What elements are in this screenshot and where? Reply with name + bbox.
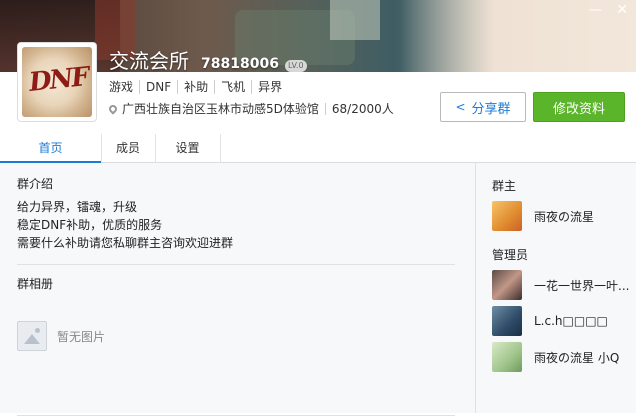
divider (324, 102, 326, 115)
level-badge: LV.0 (284, 60, 307, 72)
owner-item[interactable]: 雨夜の流星 (492, 200, 632, 232)
tag[interactable]: 飞机 (214, 80, 251, 94)
tag[interactable]: 游戏 (109, 80, 139, 94)
group-id: 78818006 (201, 56, 279, 72)
logo-text: DNF (27, 62, 90, 98)
group-avatar[interactable]: DNF (17, 42, 97, 122)
share-group-button[interactable]: < 分享群 (440, 92, 526, 122)
image-placeholder-icon (17, 321, 47, 351)
location-row: 广西壮族自治区玉林市动感5D体验馆 68/2000人 (107, 100, 394, 117)
member-name[interactable]: L.c.h□□□□ (534, 314, 630, 328)
avatar[interactable] (492, 342, 522, 372)
dnf-logo: DNF (22, 47, 92, 117)
tag[interactable]: DNF (139, 80, 177, 94)
member-name[interactable]: 雨夜の流星 小Q (534, 349, 630, 366)
admin-item[interactable]: 一花一世界一叶... (492, 269, 632, 301)
tab-bar: 首页 成员 设置 (0, 134, 636, 163)
location-pin-icon (107, 102, 119, 115)
tab-settings[interactable]: 设置 (155, 134, 221, 162)
tab-members[interactable]: 成员 (101, 134, 156, 162)
intro-line: 稳定DNF补助，优质的服务 (17, 218, 163, 232)
album-title[interactable]: 群相册 (17, 275, 455, 292)
admin-item[interactable]: 雨夜の流星 小Q (492, 341, 632, 373)
edit-label: 修改资料 (552, 101, 605, 117)
group-tags: 游戏 DNF 补助 飞机 异界 (109, 80, 288, 94)
admin-item[interactable]: L.c.h□□□□ (492, 305, 632, 337)
avatar[interactable] (492, 270, 522, 300)
close-button[interactable]: ✕ (616, 2, 628, 18)
member-name[interactable]: 一花一世界一叶... (534, 277, 630, 294)
window-controls: — ✕ (588, 2, 628, 18)
intro-text: 给力异界，镭魂，升级 稳定DNF补助，优质的服务 需要什么补助请您私聊群主咨询欢… (17, 198, 455, 252)
left-panel: 群介绍 给力异界，镭魂，升级 稳定DNF补助，优质的服务 需要什么补助请您私聊群… (17, 175, 455, 416)
no-images-text: 暂无图片 (57, 329, 106, 344)
admins-title: 管理员 (492, 248, 529, 262)
title-row: 交流会所 78818006 LV.0 (109, 45, 307, 74)
group-name: 交流会所 (109, 49, 189, 73)
divider (17, 264, 455, 265)
location-text: 广西壮族自治区玉林市动感5D体验馆 (122, 102, 319, 116)
banner-decoration (330, 0, 380, 40)
intro-line: 需要什么补助请您私聊群主咨询欢迎进群 (17, 236, 234, 250)
intro-line: 给力异界，镭魂，升级 (17, 200, 138, 214)
right-panel: 群主 雨夜の流星 管理员 一花一世界一叶... L.c.h□□□□ 雨夜の流星 … (492, 177, 632, 377)
tab-home[interactable]: 首页 (0, 134, 102, 163)
share-icon: < (455, 100, 466, 114)
album-empty-state: 暂无图片 (17, 321, 105, 351)
avatar[interactable] (492, 201, 522, 231)
intro-title: 群介绍 (17, 177, 54, 191)
panel-divider (475, 163, 476, 413)
member-name[interactable]: 雨夜の流星 (534, 208, 630, 225)
tag[interactable]: 异界 (251, 80, 288, 94)
tag[interactable]: 补助 (177, 80, 214, 94)
main-content: 群介绍 给力异界，镭魂，升级 稳定DNF补助，优质的服务 需要什么补助请您私聊群… (0, 163, 636, 416)
owner-title: 群主 (492, 179, 517, 193)
avatar[interactable] (492, 306, 522, 336)
minimize-button[interactable]: — (588, 2, 602, 18)
share-label: 分享群 (471, 101, 511, 117)
member-count: 68/2000人 (331, 102, 394, 116)
edit-profile-button[interactable]: 修改资料 (533, 92, 625, 122)
